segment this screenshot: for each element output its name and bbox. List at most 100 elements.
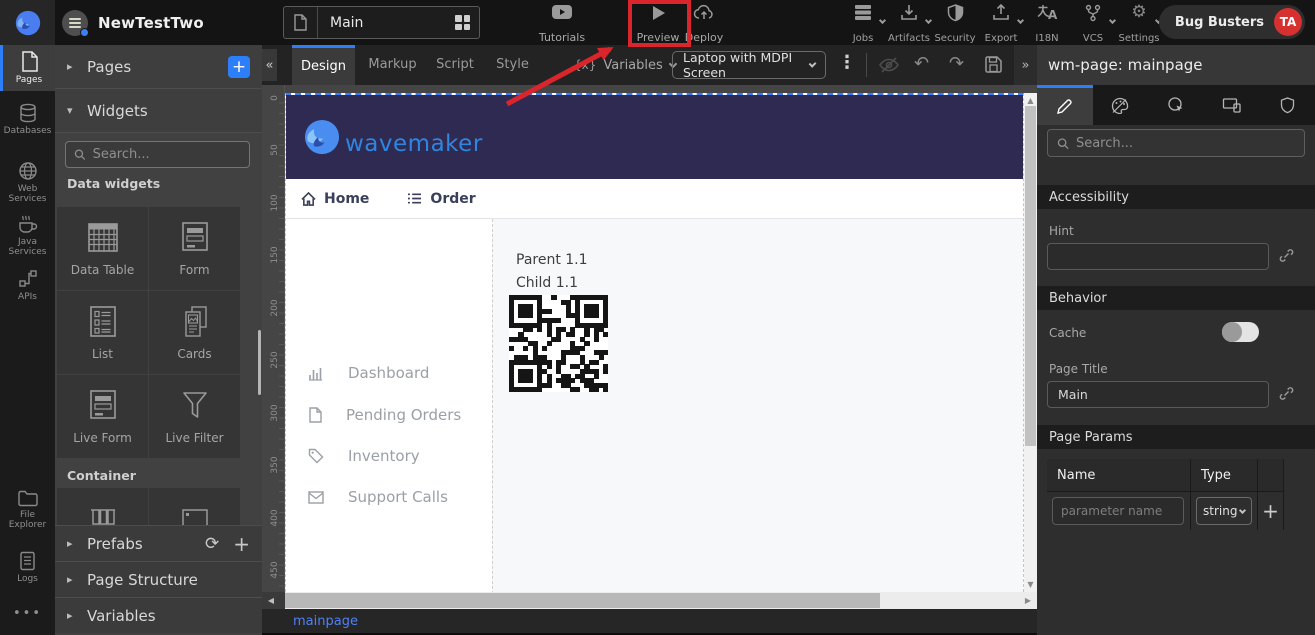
save-button[interactable] [984, 55, 1003, 74]
collapse-panel-button[interactable]: « [262, 49, 277, 81]
widget-data-table[interactable]: Data Table [57, 207, 148, 290]
add-prefab-button[interactable]: + [233, 532, 250, 556]
page-preview[interactable]: wavemaker Home Order Da [285, 93, 1024, 592]
bind-hint-icon[interactable] [1279, 248, 1294, 263]
tab-design[interactable]: Design [292, 45, 355, 85]
security-button[interactable]: Security [932, 4, 978, 44]
activity-bar: Pages Databases Web Services Java Servic… [0, 45, 55, 635]
prefabs-accordion[interactable]: ▸ Prefabs ⟳ + [55, 525, 262, 561]
prefabs-label: Prefabs [87, 535, 143, 553]
property-search-input[interactable] [1076, 136, 1295, 151]
tutorials-button[interactable]: Tutorials [533, 4, 591, 44]
qr-code-image[interactable] [509, 295, 608, 392]
menu-item-support-calls[interactable]: Support Calls [308, 488, 448, 506]
page-params-section-header[interactable]: Page Params [1037, 425, 1315, 449]
add-page-button[interactable]: + [228, 56, 250, 78]
export-button[interactable]: Export [978, 4, 1024, 44]
hide-widgets-button[interactable] [878, 56, 900, 74]
scroll-right-arrow[interactable]: ▶ [1021, 596, 1035, 605]
more-options-button[interactable]: ⋮ [838, 52, 852, 73]
tab-script[interactable]: Script [430, 45, 480, 85]
sidebar-item-file-explorer[interactable]: File Explorer [0, 483, 55, 537]
bind-page-title-icon[interactable] [1279, 386, 1294, 401]
child-label-widget[interactable]: Child 1.1 [516, 275, 578, 291]
widget-search-input[interactable] [93, 147, 241, 162]
settings-button[interactable]: ⚙ Settings [1116, 4, 1162, 44]
accessibility-section-header[interactable]: Accessibility [1037, 185, 1315, 209]
widget-list[interactable]: List [57, 291, 148, 374]
vertical-scroll-thumb[interactable] [1025, 106, 1036, 446]
jobs-button[interactable]: Jobs [840, 4, 886, 44]
sidebar-item-web-services[interactable]: Web Services [0, 155, 55, 211]
expand-toolbar-button[interactable]: » [1014, 45, 1037, 85]
param-type-select[interactable]: string [1196, 497, 1252, 525]
tab-security[interactable] [1259, 85, 1315, 125]
page-title-input[interactable] [1047, 381, 1269, 408]
cache-toggle[interactable] [1222, 322, 1259, 342]
parent-label-widget[interactable]: Parent 1.1 [516, 252, 588, 268]
tab-devices[interactable] [1204, 85, 1260, 125]
canvas-vertical-scrollbar[interactable]: ▲ ▼ [1024, 93, 1037, 592]
i18n-button[interactable]: A I18N [1024, 4, 1070, 44]
page-switcher[interactable]: Main [283, 6, 480, 39]
variables-accordion[interactable]: ▸ Variables [55, 597, 262, 633]
horizontal-scroll-thumb[interactable] [285, 593, 880, 608]
property-search[interactable] [1047, 129, 1305, 157]
page-structure-accordion[interactable]: ▸ Page Structure [55, 561, 262, 597]
ruler-mark: 50 [270, 140, 280, 160]
widget-partial-tile[interactable] [57, 488, 148, 525]
variables-dropdown[interactable]: {x} Variables [574, 45, 676, 85]
sidebar-item-databases[interactable]: Databases [0, 97, 55, 142]
ruler-mark: 350 [270, 455, 280, 475]
widget-live-form[interactable]: Live Form [57, 375, 148, 458]
widget-search[interactable] [65, 141, 250, 168]
team-button[interactable]: Bug Busters TA [1159, 5, 1305, 39]
add-param-button[interactable]: + [1262, 499, 1279, 523]
param-name-input[interactable] [1052, 497, 1184, 525]
artifacts-button[interactable]: Artifacts [886, 4, 932, 44]
deploy-button[interactable]: Deploy [675, 4, 733, 44]
canvas-horizontal-scrollbar[interactable]: ◀ ▶ [262, 592, 1037, 609]
widget-partial-tile[interactable] [149, 488, 240, 525]
user-avatar[interactable]: TA [1274, 8, 1302, 36]
sidebar-item-pages[interactable]: Pages [0, 45, 55, 91]
menu-item-dashboard[interactable]: Dashboard [308, 364, 429, 382]
tab-styles[interactable] [1093, 85, 1149, 125]
wavemaker-logo[interactable] [0, 0, 55, 45]
tab-markup[interactable]: Markup [365, 45, 420, 85]
vcs-button[interactable]: VCS [1070, 4, 1116, 44]
menu-item-inventory[interactable]: Inventory [308, 447, 420, 465]
nav-item-home[interactable]: Home [301, 191, 369, 207]
sidebar-item-apis[interactable]: APIs [0, 263, 55, 308]
tab-properties[interactable] [1037, 85, 1093, 125]
scroll-up-arrow[interactable]: ▲ [1024, 96, 1037, 105]
widget-form[interactable]: Form [149, 207, 240, 290]
nav-item-order[interactable]: Order [407, 191, 475, 207]
chevron-down-icon [1109, 17, 1116, 24]
redo-button[interactable]: ↷ [949, 53, 964, 74]
tab-style[interactable]: Style [490, 45, 535, 85]
scroll-down-arrow[interactable]: ▼ [1024, 580, 1037, 589]
pages-accordion[interactable]: ▸ Pages + [55, 45, 262, 89]
tab-events[interactable] [1148, 85, 1204, 125]
refresh-icon[interactable]: ⟳ [205, 534, 219, 554]
sidebar-item-logs[interactable]: Logs [0, 545, 55, 590]
device-selector[interactable]: Laptop with MDPI Screen [672, 51, 826, 79]
page-header-widget[interactable]: wavemaker [286, 95, 1023, 179]
hint-input[interactable] [1047, 243, 1269, 270]
pages-grid-icon[interactable] [455, 15, 470, 30]
page-tab-mainpage[interactable]: mainpage [293, 614, 358, 629]
behavior-section-header[interactable]: Behavior [1037, 286, 1315, 310]
sidebar-more-button[interactable]: ••• [0, 600, 55, 627]
undo-button[interactable]: ↶ [914, 53, 929, 74]
widget-live-filter[interactable]: Live Filter [149, 375, 240, 458]
cache-label: Cache [1049, 326, 1086, 340]
widgets-panel-scrollbar[interactable] [258, 330, 261, 395]
widgets-accordion[interactable]: ▾ Widgets [55, 89, 262, 133]
project-switcher[interactable]: NewTestTwo [62, 0, 305, 45]
sidebar-item-java-services[interactable]: Java Services [0, 208, 55, 264]
properties-panel: wm-page: mainpage Accessibility Hint [1037, 45, 1315, 635]
menu-item-pending-orders[interactable]: Pending Orders [308, 406, 461, 424]
widget-cards[interactable]: Cards [149, 291, 240, 374]
scroll-left-arrow[interactable]: ◀ [264, 596, 278, 605]
